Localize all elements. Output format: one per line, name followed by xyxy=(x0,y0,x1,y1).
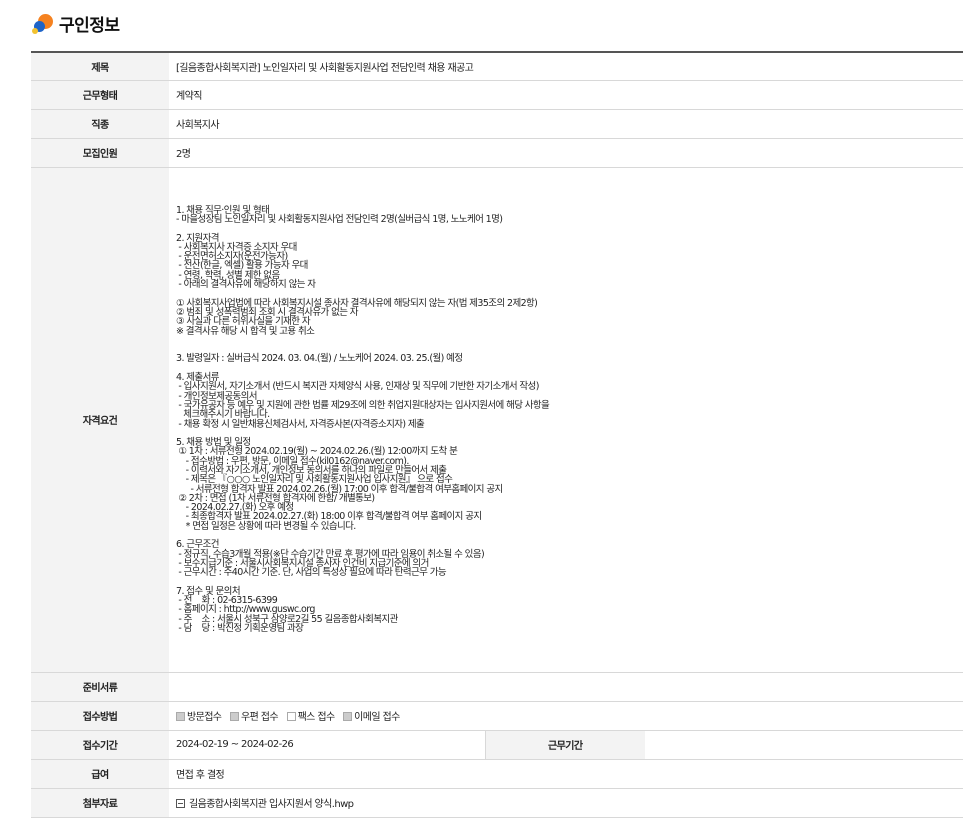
row-label-employment-type: 근무형태 xyxy=(31,80,169,110)
row-value-documents xyxy=(169,672,964,702)
method-email: 이메일 접수 xyxy=(343,708,400,723)
method-fax: 팩스 접수 xyxy=(286,708,335,723)
table-row: 직종 사회복지사 xyxy=(31,109,964,139)
logo-icon xyxy=(32,12,54,34)
method-visit: 방문접수 xyxy=(176,708,222,723)
row-value-salary: 면접 후 결정 xyxy=(169,759,964,789)
row-value-title: [길음종합사회복지관] 노인일자리 및 사회활동지원사업 전담인력 채용 재공고 xyxy=(169,52,964,81)
file-icon xyxy=(176,799,185,808)
row-label-period: 접수기간 xyxy=(31,730,169,760)
row-value-headcount: 2명 xyxy=(169,138,964,168)
row-value-employment-type: 계약직 xyxy=(169,80,964,110)
checkbox-icon xyxy=(176,712,185,721)
attachment-link[interactable]: 길음종합사회복지관 입사지원서 양식.hwp xyxy=(189,799,354,810)
row-label-attachment: 첨부자료 xyxy=(31,788,169,818)
row-label-title: 제목 xyxy=(31,52,169,81)
row-label-headcount: 모집인원 xyxy=(31,138,169,168)
job-info-table: 제목 [길음종합사회복지관] 노인일자리 및 사회활동지원사업 전담인력 채용 … xyxy=(31,51,964,818)
page-header: 구인정보 xyxy=(32,10,120,36)
row-label-work-period: 근무기간 xyxy=(484,730,645,760)
row-value-period: 2024-02-19 ~ 2024-02-26 xyxy=(169,730,485,760)
table-row: 자격요건 1. 채용 직무·인원 및 형태 - 마을성장팀 노인일자리 및 사회… xyxy=(31,167,964,673)
table-row: 첨부자료 길음종합사회복지관 입사지원서 양식.hwp xyxy=(31,788,964,818)
table-row: 모집인원 2명 xyxy=(31,138,964,168)
table-row: 접수기간 2024-02-19 ~ 2024-02-26 근무기간 xyxy=(31,730,964,760)
row-label-requirements: 자격요건 xyxy=(31,167,169,673)
table-row: 급여 면접 후 결정 xyxy=(31,759,964,789)
table-row: 제목 [길음종합사회복지관] 노인일자리 및 사회활동지원사업 전담인력 채용 … xyxy=(31,52,964,81)
row-label-documents: 준비서류 xyxy=(31,672,169,702)
page-title: 구인정보 xyxy=(59,15,120,36)
row-value-methods: 방문접수 우편 접수 팩스 접수 이메일 접수 xyxy=(169,701,964,731)
row-label-salary: 급여 xyxy=(31,759,169,789)
row-label-job-type: 직종 xyxy=(31,109,169,139)
table-row: 근무형태 계약직 xyxy=(31,80,964,110)
row-label-methods: 접수방법 xyxy=(31,701,169,731)
table-row: 준비서류 xyxy=(31,672,964,702)
checkbox-icon xyxy=(286,712,296,721)
method-mail: 우편 접수 xyxy=(230,708,279,723)
row-value-requirements: 1. 채용 직무·인원 및 형태 - 마을성장팀 노인일자리 및 사회활동지원사… xyxy=(169,167,964,673)
row-value-attachment: 길음종합사회복지관 입사지원서 양식.hwp xyxy=(169,788,964,818)
row-value-job-type: 사회복지사 xyxy=(169,109,964,139)
checkbox-icon xyxy=(230,712,239,721)
table-row: 접수방법 방문접수 우편 접수 팩스 접수 이메일 접수 xyxy=(31,701,964,731)
checkbox-icon xyxy=(343,712,353,721)
row-value-work-period xyxy=(645,730,964,760)
